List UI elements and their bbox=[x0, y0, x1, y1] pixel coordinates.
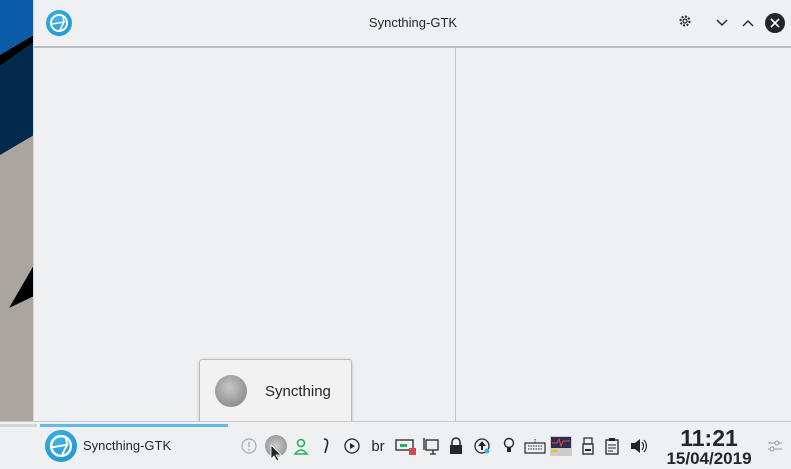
right-pane bbox=[456, 48, 791, 421]
chevron-up-icon bbox=[742, 14, 754, 32]
media-play-icon[interactable] bbox=[343, 437, 361, 455]
network-wired-icon[interactable] bbox=[421, 437, 439, 455]
notifications-icon[interactable] bbox=[240, 437, 258, 455]
clock-time: 11:21 bbox=[680, 425, 738, 451]
chevron-down-icon bbox=[716, 14, 728, 32]
syncthing-logo-icon bbox=[45, 430, 77, 462]
lock-icon[interactable] bbox=[447, 437, 465, 455]
digital-clock[interactable]: 11:21 15/04/2019 bbox=[655, 426, 763, 468]
task-indicator bbox=[0, 424, 37, 427]
tray-tooltip: Syncthing bbox=[199, 359, 352, 424]
pen-icon[interactable] bbox=[317, 437, 335, 455]
updates-icon[interactable] bbox=[473, 437, 491, 455]
maximize-button[interactable] bbox=[739, 14, 757, 32]
keyboard-icon[interactable] bbox=[524, 437, 546, 455]
mouse-cursor-icon bbox=[270, 444, 282, 467]
keyboard-layout-indicator[interactable]: br bbox=[369, 437, 387, 455]
settings-button[interactable] bbox=[676, 14, 694, 32]
syncthing-grey-icon bbox=[215, 375, 247, 407]
active-task-indicator bbox=[40, 424, 228, 427]
minimize-button[interactable] bbox=[713, 14, 731, 32]
battery-icon[interactable] bbox=[395, 437, 417, 455]
title-bar[interactable]: Syncthing-GTK bbox=[34, 0, 791, 48]
panel-settings-icon[interactable] bbox=[766, 437, 784, 455]
lightbulb-icon[interactable] bbox=[500, 437, 518, 455]
clipboard-icon[interactable] bbox=[603, 437, 621, 455]
tooltip-label: Syncthing bbox=[265, 383, 331, 400]
user-status-icon[interactable] bbox=[292, 437, 310, 455]
usb-device-icon[interactable] bbox=[579, 437, 597, 455]
taskbar: Syncthing-GTK br 11:21 15/04/2019 bbox=[0, 421, 791, 469]
close-button[interactable] bbox=[765, 13, 785, 33]
clock-date: 15/04/2019 bbox=[666, 449, 752, 468]
task-label: Syncthing-GTK bbox=[83, 438, 172, 453]
volume-icon[interactable] bbox=[629, 437, 647, 455]
syncthing-gtk-window: Syncthing-GTK bbox=[33, 0, 791, 421]
gear-icon bbox=[678, 14, 692, 33]
task-syncthing-gtk[interactable]: Syncthing-GTK bbox=[40, 422, 228, 469]
close-icon bbox=[770, 16, 780, 31]
desktop-wallpaper bbox=[0, 0, 34, 420]
system-monitor-icon[interactable] bbox=[550, 436, 572, 456]
